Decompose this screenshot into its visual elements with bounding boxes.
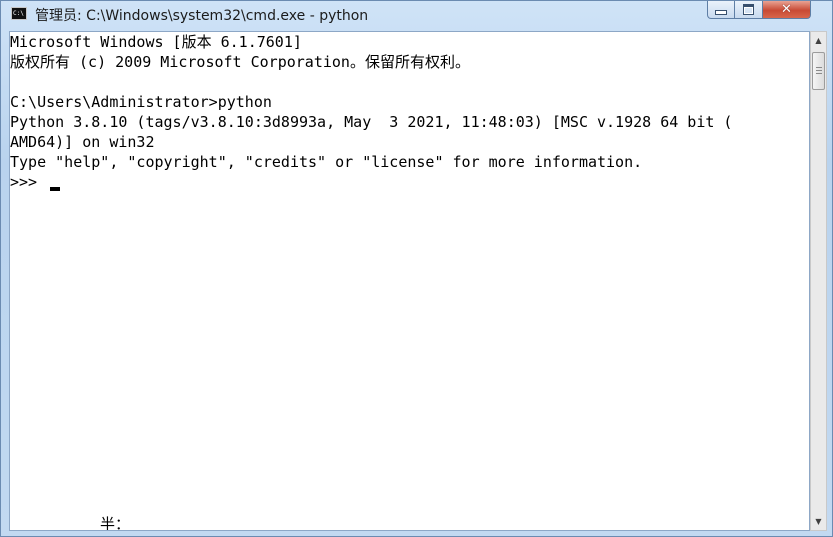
window-title: 管理员: C:\Windows\system32\cmd.exe - pytho… bbox=[35, 8, 369, 24]
console-line: 版权所有 (c) 2009 Microsoft Corporation。保留所有… bbox=[10, 53, 470, 71]
vertical-scrollbar[interactable]: ▲ ▼ bbox=[810, 31, 827, 531]
ime-status: 半： bbox=[100, 515, 131, 531]
close-icon: ✕ bbox=[781, 2, 792, 17]
grip-line bbox=[816, 73, 822, 74]
console-line: Type "help", "copyright", "credits" or "… bbox=[10, 153, 643, 171]
text-cursor bbox=[50, 187, 60, 191]
arrow-up-icon: ▲ bbox=[815, 36, 822, 45]
scrollbar-thumb[interactable] bbox=[812, 52, 825, 90]
console-line: Microsoft Windows [版本 6.1.7601] bbox=[10, 33, 302, 51]
title-bar[interactable]: C:\ 管理员: C:\Windows\system32\cmd.exe - p… bbox=[1, 1, 833, 29]
grip-line bbox=[816, 67, 822, 68]
arrow-down-icon: ▼ bbox=[815, 517, 822, 526]
maximize-icon bbox=[743, 4, 754, 15]
grip-line bbox=[816, 70, 822, 71]
console-line: Python 3.8.10 (tags/v3.8.10:3d8993a, May… bbox=[10, 113, 733, 131]
minimize-icon bbox=[715, 10, 727, 15]
scroll-up-button[interactable]: ▲ bbox=[811, 32, 826, 49]
cmd-icon-text: C:\ bbox=[13, 10, 24, 17]
maximize-button[interactable] bbox=[735, 1, 763, 19]
prompt-line: >>> bbox=[10, 173, 47, 191]
console-line: AMD64)] on win32 bbox=[10, 133, 155, 151]
console-output[interactable]: Microsoft Windows [版本 6.1.7601] 版权所有 (c)… bbox=[9, 31, 810, 531]
console-window: C:\ 管理员: C:\Windows\system32\cmd.exe - p… bbox=[0, 0, 833, 537]
scroll-down-button[interactable]: ▼ bbox=[811, 513, 826, 530]
cmd-icon[interactable]: C:\ bbox=[11, 7, 27, 20]
console-line: C:\Users\Administrator>python bbox=[10, 93, 272, 111]
close-button[interactable]: ✕ bbox=[763, 1, 811, 19]
minimize-button[interactable] bbox=[707, 1, 735, 19]
